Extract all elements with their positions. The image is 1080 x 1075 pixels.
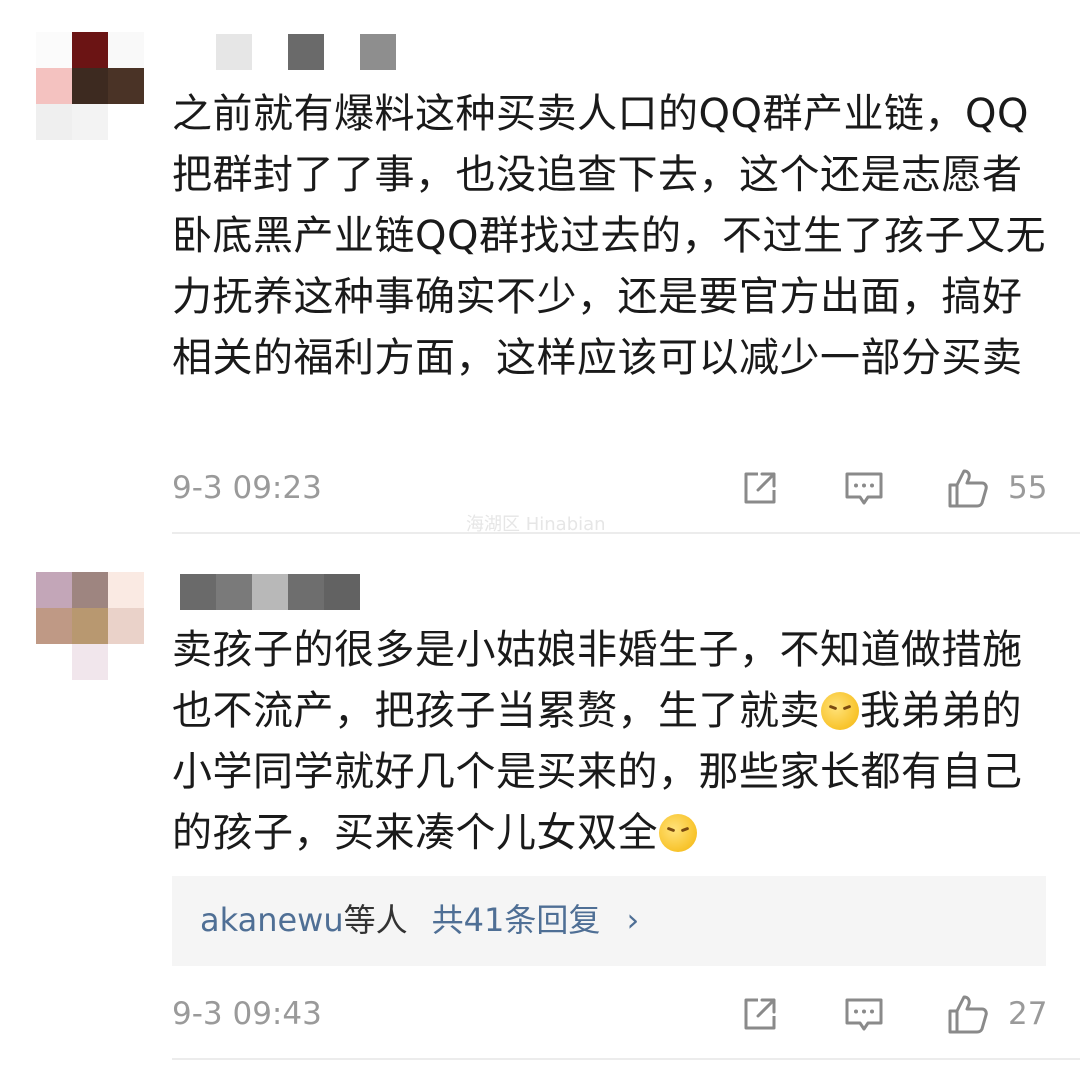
username-blurred[interactable] bbox=[180, 574, 360, 610]
comment-time: 9-3 09:23 bbox=[172, 470, 322, 506]
divider bbox=[172, 1058, 1080, 1060]
like-count: 55 bbox=[1008, 470, 1048, 506]
reply-users[interactable]: akanewu bbox=[200, 901, 344, 939]
thumbs-up-icon[interactable] bbox=[946, 992, 990, 1036]
chevron-right-icon[interactable]: › bbox=[627, 901, 640, 939]
comment-text: 之前就有爆料这种买卖人口的QQ群产业链，QQ把群封了了事，也没追查下去，这个还是… bbox=[172, 91, 1046, 381]
comment-icon[interactable] bbox=[842, 466, 886, 510]
thinking-emoji-icon bbox=[659, 814, 697, 852]
comment-meta: 9-3 09:23 55 bbox=[172, 466, 1052, 516]
avatar[interactable] bbox=[36, 32, 144, 140]
thinking-emoji-icon bbox=[821, 692, 859, 730]
thumbs-up-icon[interactable] bbox=[946, 466, 990, 510]
comment-meta: 9-3 09:43 27 bbox=[172, 992, 1052, 1042]
comment-text: 卖孩子的很多是小姑娘非婚生子，不知道做措施也不流产，把孩子当累赘，生了就卖 我弟弟… bbox=[172, 620, 1052, 864]
share-icon[interactable] bbox=[738, 466, 782, 510]
divider bbox=[172, 532, 1080, 534]
share-icon[interactable] bbox=[738, 992, 782, 1036]
comment-time: 9-3 09:43 bbox=[172, 996, 322, 1032]
reply-users-suffix: 等人 bbox=[343, 901, 408, 939]
replies-summary[interactable]: akanewu等人 共41条回复 › bbox=[172, 876, 1046, 966]
username-blurred[interactable] bbox=[216, 34, 396, 70]
like-count: 27 bbox=[1008, 996, 1048, 1032]
reply-count-link[interactable]: 共41条回复 bbox=[432, 901, 601, 939]
comment-icon[interactable] bbox=[842, 992, 886, 1036]
watermark: 海湖区 Hinabian bbox=[466, 514, 606, 535]
avatar[interactable] bbox=[36, 572, 144, 680]
